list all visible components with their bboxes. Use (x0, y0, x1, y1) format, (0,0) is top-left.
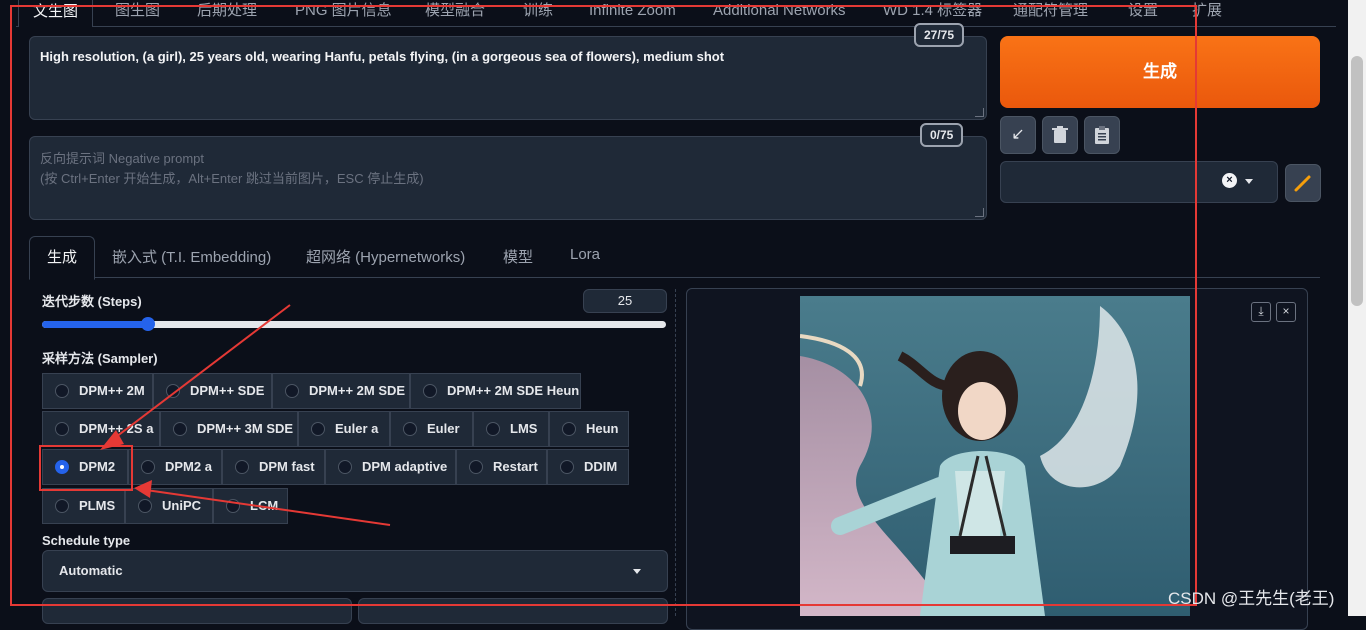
annotation-arrows (100, 304, 391, 526)
scrollbar-thumb[interactable] (1351, 56, 1363, 306)
watermark: CSDN @王先生(老王) (1168, 589, 1335, 608)
